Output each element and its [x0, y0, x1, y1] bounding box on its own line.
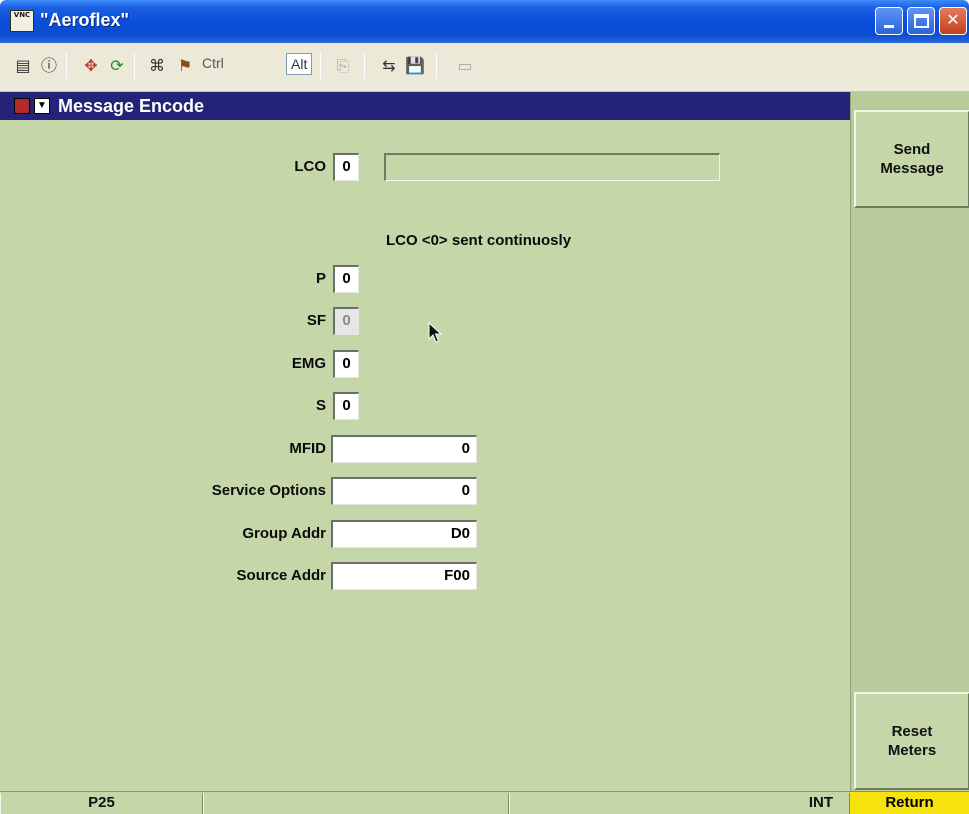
lco-input[interactable]: 0: [333, 153, 359, 181]
emg-input[interactable]: 0: [333, 350, 359, 378]
s-input[interactable]: 0: [333, 392, 359, 420]
toolbar-separator: [66, 53, 67, 79]
mfid-label: MFID: [289, 440, 326, 457]
source-addr-input[interactable]: F00: [331, 562, 477, 590]
fullscreen-icon[interactable]: ✥: [80, 55, 102, 77]
status-bar: P25 INT: [0, 791, 850, 814]
transfer-icon[interactable]: ⇆: [378, 55, 400, 77]
ctrl-alt-del-icon[interactable]: ⌘: [146, 55, 168, 77]
lco-description-field: [384, 153, 720, 181]
start-menu-icon[interactable]: ⚑: [174, 55, 196, 77]
toolbar-separator: [320, 53, 321, 79]
close-button[interactable]: ✕: [939, 7, 967, 35]
alt-key-toggle[interactable]: Alt: [286, 53, 313, 75]
vnc-toolbar: ▤ ⓘ ✥ ⟳ ⌘ ⚑ Ctrl Alt ⎘ ⇆ 💾 ▭: [0, 43, 969, 92]
send-message-label-line1: Send: [893, 141, 931, 158]
ctrl-key-toggle[interactable]: Ctrl: [202, 55, 224, 71]
dropdown-arrow-icon[interactable]: ▼: [34, 98, 50, 114]
softkey-panel: Send Message Reset Meters: [850, 92, 969, 814]
vnc-app-icon[interactable]: VNC: [10, 10, 34, 32]
maximize-icon: [914, 14, 929, 28]
p-label: P: [315, 270, 326, 287]
panel-header: ▼ Message Encode: [0, 92, 850, 120]
minimize-button[interactable]: [875, 7, 903, 35]
status-reference: INT: [509, 793, 850, 814]
window-icon[interactable]: ▭: [454, 55, 476, 77]
reset-meters-label-line1: Reset: [891, 723, 933, 740]
toolbar-separator: [436, 53, 437, 79]
group-addr-input[interactable]: D0: [331, 520, 477, 548]
service-options-input[interactable]: 0: [331, 477, 477, 505]
send-message-button[interactable]: Send Message: [854, 110, 969, 208]
toolbar-separator: [134, 53, 135, 79]
minimize-icon: [884, 25, 894, 28]
app-area: ▼ Message Encode LCO 0 LCO <0> sent cont…: [0, 92, 969, 814]
window-title: "Aeroflex": [40, 10, 130, 30]
status-mode: P25: [0, 793, 203, 814]
refresh-icon[interactable]: ⟳: [106, 55, 128, 77]
message-encode-form: LCO 0 LCO <0> sent continuosly P 0 SF 0 …: [0, 120, 850, 786]
panel-title: Message Encode: [58, 96, 205, 116]
panel-menu-icon[interactable]: [14, 98, 30, 114]
window-titlebar: VNC "Aeroflex" ✕: [0, 0, 969, 43]
mouse-pointer-icon: [428, 322, 443, 343]
options-icon[interactable]: ▤: [12, 55, 34, 77]
status-cell: [203, 793, 509, 814]
source-addr-label: Source Addr: [236, 567, 326, 584]
sf-label: SF: [306, 312, 326, 329]
close-icon: ✕: [946, 12, 960, 29]
copy-icon[interactable]: ⎘: [332, 55, 354, 77]
reset-meters-button[interactable]: Reset Meters: [854, 692, 969, 790]
p-input[interactable]: 0: [333, 265, 359, 293]
sf-input: 0: [333, 307, 359, 335]
lco-label: LCO: [294, 158, 326, 175]
service-options-label: Service Options: [211, 482, 326, 499]
emg-label: EMG: [291, 355, 326, 372]
send-message-label-line2: Message: [880, 160, 944, 177]
s-label: S: [315, 397, 326, 414]
return-button[interactable]: Return: [850, 791, 969, 814]
info-icon[interactable]: ⓘ: [38, 55, 60, 77]
save-icon[interactable]: 💾: [404, 55, 426, 77]
group-addr-label: Group Addr: [242, 525, 326, 542]
maximize-button[interactable]: [907, 7, 935, 35]
lco-status-note: LCO <0> sent continuosly: [386, 232, 572, 249]
reset-meters-label-line2: Meters: [887, 742, 937, 759]
toolbar-separator: [364, 53, 365, 79]
mfid-input[interactable]: 0: [331, 435, 477, 463]
